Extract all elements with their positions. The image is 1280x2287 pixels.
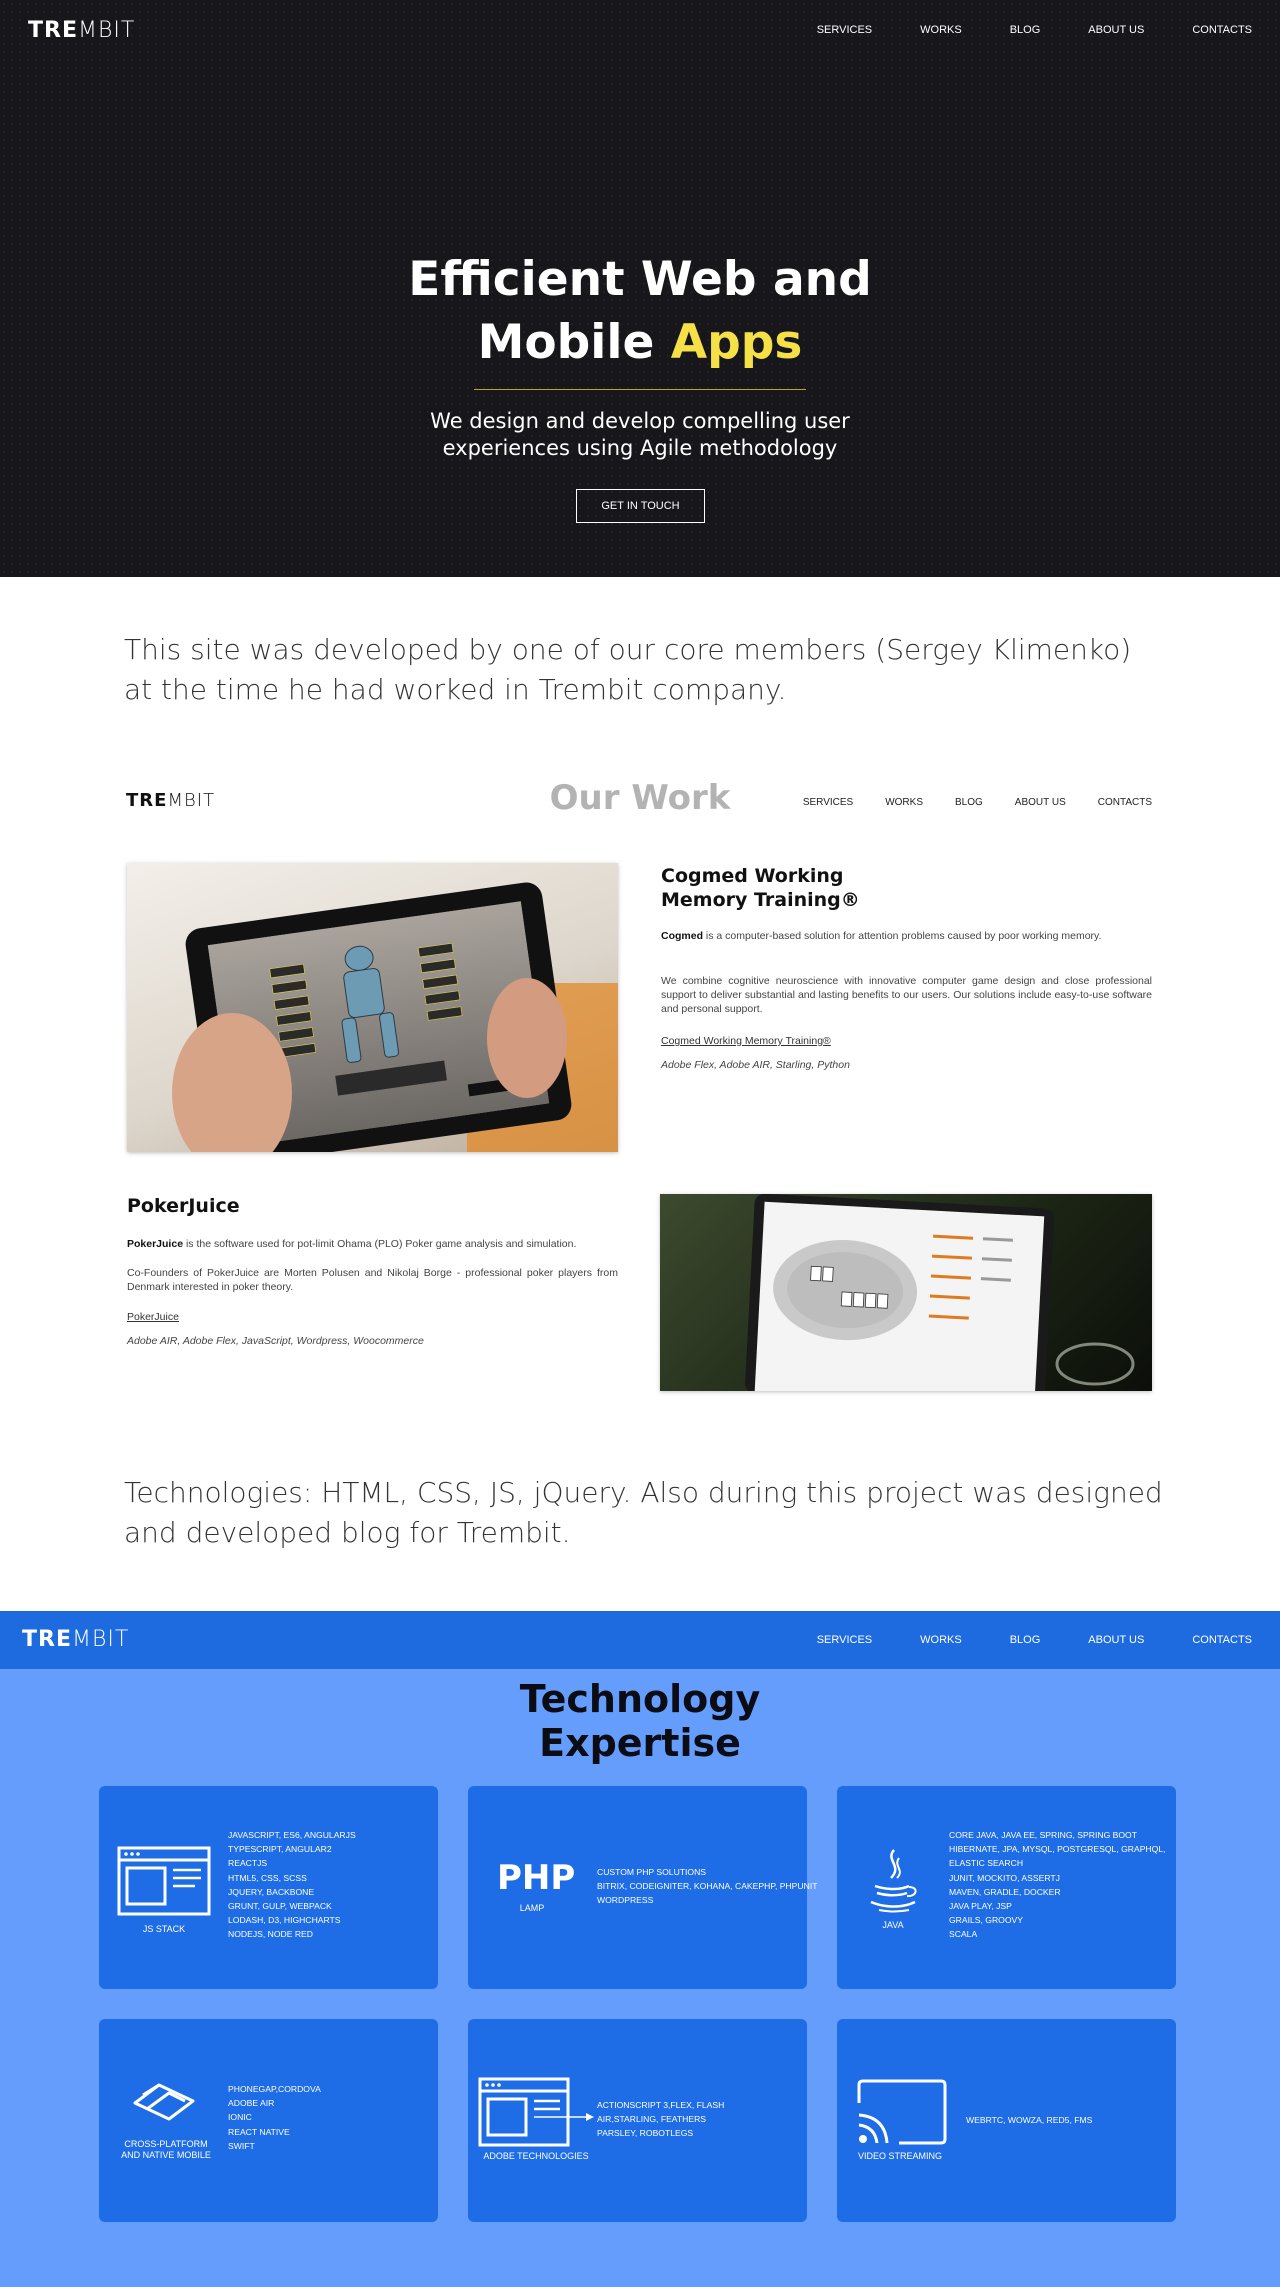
pokerjuice-description-2: Co-Founders of PokerJuice are Morten Pol…: [127, 1267, 618, 1293]
tech-nav-about-us[interactable]: ABOUT US: [1088, 1634, 1144, 1646]
work-nav-works[interactable]: WORKS: [885, 797, 923, 808]
tech-card-lamp[interactable]: PHP LAMP CUSTOM PHP SOLUTIONS BITRIX, COD…: [468, 1786, 817, 1989]
technologies-text: Technologies: HTML, CSS, JS, jQuery. Als…: [124, 1476, 1163, 1549]
top-nav: SERVICES WORKS BLOG ABOUT US CONTACTS: [769, 24, 1252, 36]
nav-about-us[interactable]: ABOUT US: [1088, 24, 1144, 36]
tech-trembit-logo[interactable]: TREMBIT: [22, 1627, 129, 1652]
work-nav-services[interactable]: SERVICES: [803, 797, 853, 808]
pokerjuice-title: PokerJuice: [127, 1195, 240, 1217]
cogmed-title: Cogmed Working Memory Training®: [661, 865, 860, 911]
cross-platform-list: PHONEGAP,CORDOVA ADOBE AIR IONIC REACT NAT…: [228, 2084, 321, 2151]
technology-expertise-title: Technology Expertise: [519, 1677, 761, 1765]
java-list: CORE JAVA, JAVA EE, SPRING, SPRING BOOT H…: [949, 1830, 1166, 1940]
work-nav: SERVICES WORKS BLOG ABOUT US CONTACTS: [771, 797, 1152, 808]
intro-text: This site was developed by one of our co…: [124, 633, 1132, 706]
laptop-poker-illustration: [745, 1194, 1135, 1391]
tablet-robot-illustration: [172, 882, 618, 1152]
tech-nav: SERVICES WORKS BLOG ABOUT US CONTACTS: [769, 1634, 1252, 1646]
tech-card-adobe[interactable]: ADOBE TECHNOLOGIES ACTIONSCRIPT 3,FLEX, …: [468, 2019, 807, 2222]
tech-card-video-streaming[interactable]: VIDEO STREAMING WEBRTC, WOWZA, RED5, FMS: [837, 2019, 1176, 2222]
tech-nav-contacts[interactable]: CONTACTS: [1192, 1634, 1252, 1646]
hero-subtitle: We design and develop compelling user exp…: [430, 409, 850, 460]
video-streaming-list: WEBRTC, WOWZA, RED5, FMS: [966, 2115, 1093, 2125]
cross-platform-caption: CROSS-PLATFORM AND NATIVE MOBILE: [121, 2139, 211, 2160]
flash-window-icon: [478, 2077, 594, 2147]
pokerjuice-technologies: Adobe AIR, Adobe Flex, JavaScript, Wordp…: [127, 1335, 424, 1347]
nav-blog[interactable]: BLOG: [1010, 24, 1041, 36]
work-nav-about-us[interactable]: ABOUT US: [1015, 797, 1066, 808]
adobe-caption: ADOBE TECHNOLOGIES: [483, 2151, 589, 2161]
nav-works[interactable]: WORKS: [920, 24, 962, 36]
tech-card-js-stack[interactable]: JS STACK JAVASCRIPT, ES6, ANGULARJS TYPES…: [99, 1786, 438, 1989]
stacked-layers-icon: [133, 2083, 195, 2121]
tech-nav-works[interactable]: WORKS: [920, 1634, 962, 1646]
js-stack-list: JAVASCRIPT, ES6, ANGULARJS TYPESCRIPT, AN…: [228, 1830, 356, 1940]
adobe-list: ACTIONSCRIPT 3,FLEX, FLASH AIR,STARLING, …: [597, 2100, 725, 2139]
tech-card-java[interactable]: JAVA CORE JAVA, JAVA EE, SPRING, SPRING …: [837, 1786, 1176, 1989]
pokerjuice-screenshot: [660, 1194, 1152, 1391]
cogmed-link[interactable]: Cogmed Working Memory Training®: [661, 1035, 831, 1047]
hero-title: Efficient Web and Mobile Apps: [408, 252, 872, 370]
hero-title-accent: Apps: [670, 315, 803, 370]
cogmed-screenshot: [127, 863, 618, 1152]
cogmed-description-1: Cogmed is a computer-based solution for …: [661, 930, 1102, 942]
js-stack-caption: JS STACK: [142, 1924, 186, 1934]
pokerjuice-link[interactable]: PokerJuice: [127, 1311, 179, 1323]
nav-services[interactable]: SERVICES: [817, 24, 872, 36]
work-nav-contacts[interactable]: CONTACTS: [1098, 797, 1152, 808]
java-cup-icon: [870, 1849, 917, 1913]
pokerjuice-description-1: PokerJuice is the software used for pot-…: [127, 1238, 577, 1250]
browser-window-icon: [117, 1846, 211, 1916]
tech-nav-services[interactable]: SERVICES: [817, 1634, 872, 1646]
java-caption: JAVA: [882, 1920, 904, 1930]
trembit-logo[interactable]: TREMBIT: [28, 18, 135, 43]
tech-nav-blog[interactable]: BLOG: [1010, 1634, 1041, 1646]
get-in-touch-button[interactable]: GET IN TOUCH: [576, 489, 705, 523]
lamp-caption: LAMP: [519, 1903, 545, 1913]
nav-contacts[interactable]: CONTACTS: [1192, 24, 1252, 36]
hero-section: TREMBIT SERVICES WORKS BLOG ABOUT US CON…: [0, 0, 1280, 577]
cogmed-description-2: We combine cognitive neuroscience with i…: [661, 975, 1152, 1015]
lamp-list: CUSTOM PHP SOLUTIONS BITRIX, CODEIGNITER,…: [597, 1867, 818, 1906]
tech-card-cross-platform[interactable]: CROSS-PLATFORM AND NATIVE MOBILE PHONEGAP…: [99, 2019, 438, 2222]
video-streaming-caption: VIDEO STREAMING: [857, 2151, 942, 2161]
tech-header-bar: TREMBIT SERVICES WORKS BLOG ABOUT US CON…: [0, 1611, 1280, 1669]
work-nav-blog[interactable]: BLOG: [955, 797, 983, 808]
cogmed-technologies: Adobe Flex, Adobe AIR, Starling, Python: [661, 1059, 850, 1071]
cast-icon: [857, 2079, 947, 2145]
php-logo: PHP: [497, 1858, 576, 1898]
hero-divider: [474, 389, 806, 390]
